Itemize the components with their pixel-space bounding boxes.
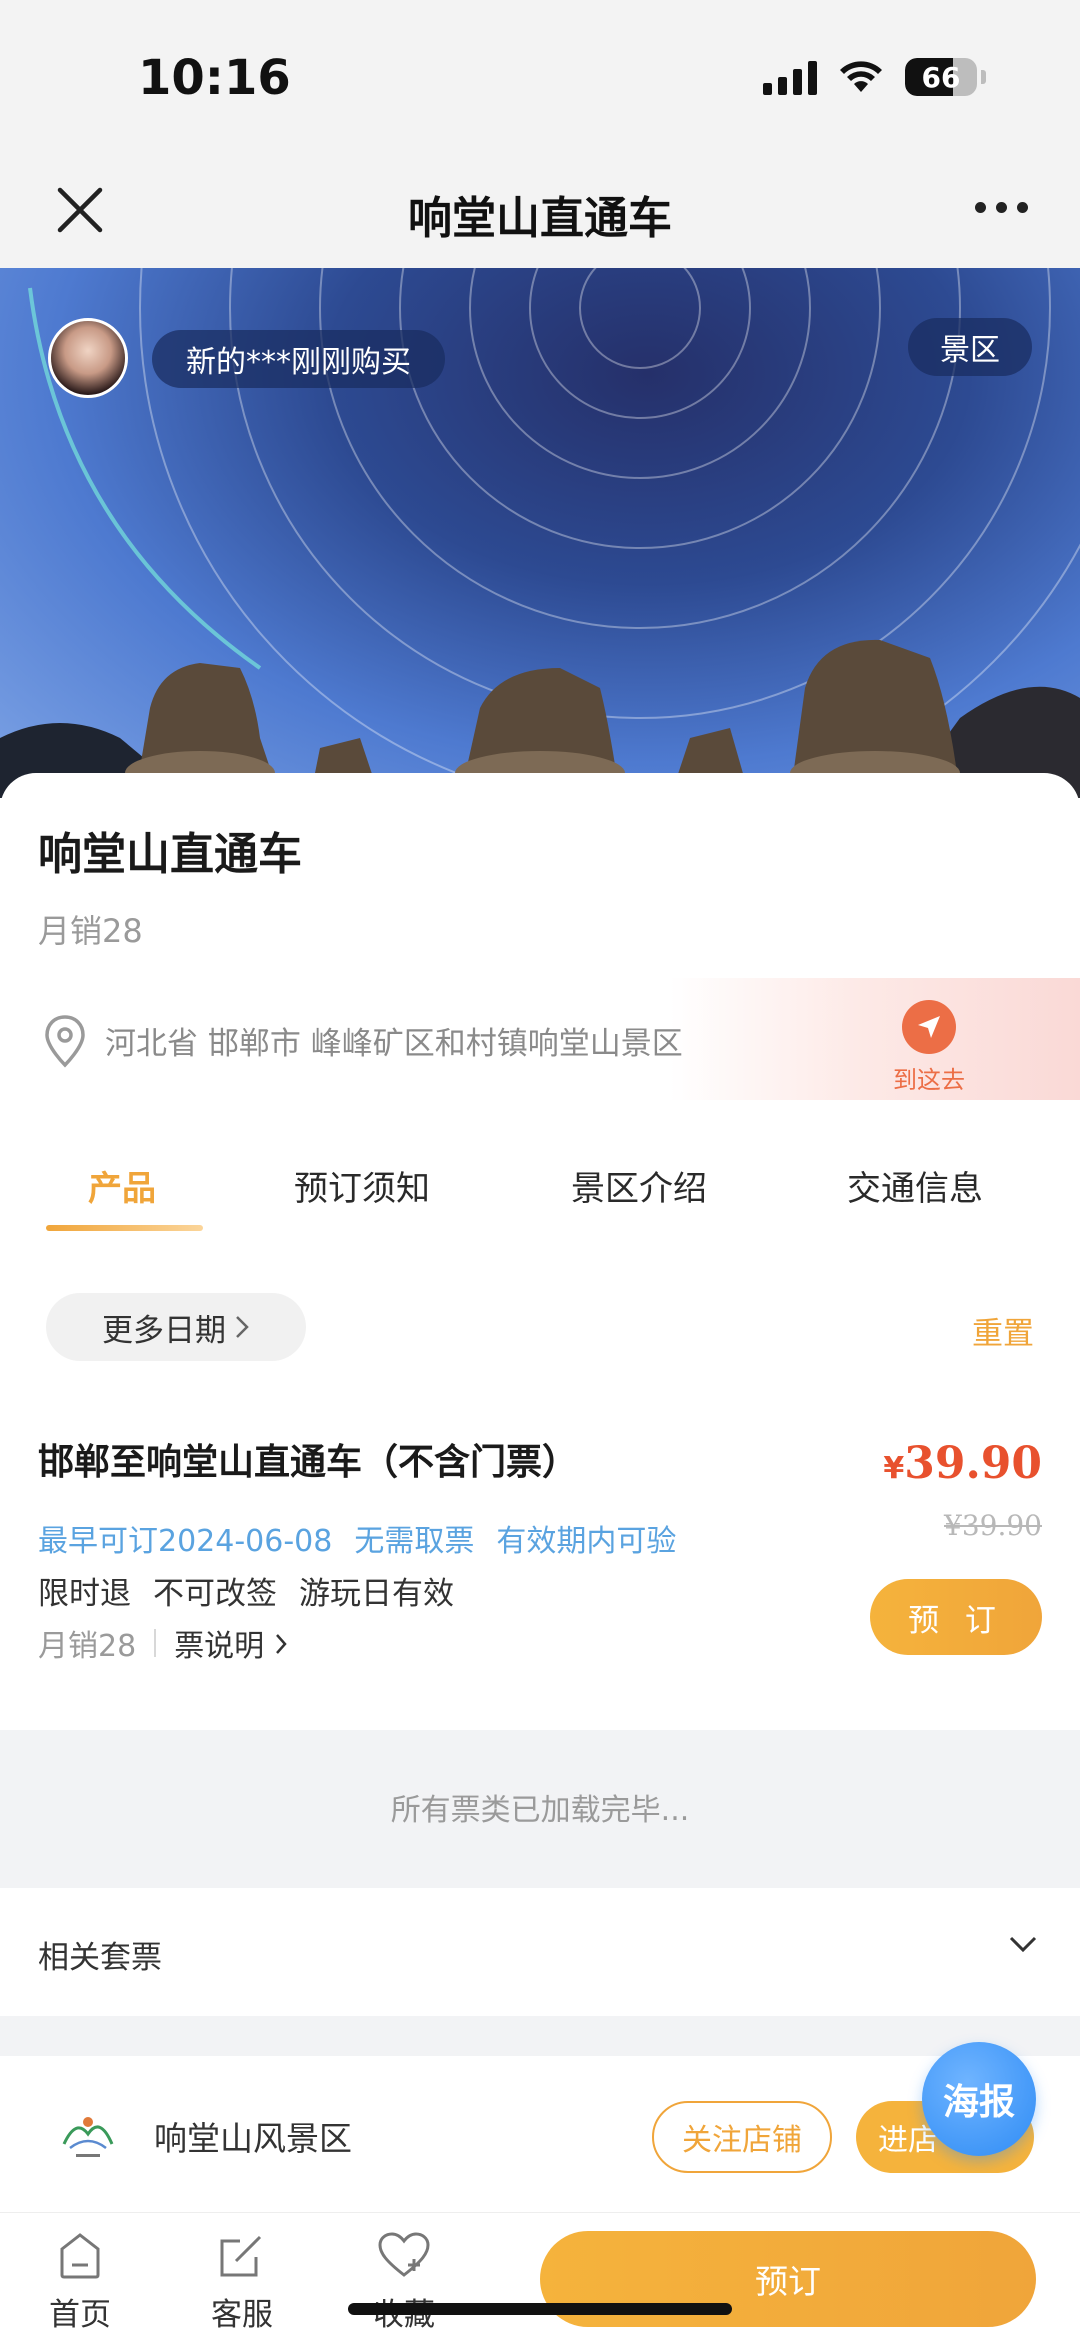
tab-scenic-intro[interactable]: 景区介绍 bbox=[571, 1161, 707, 1210]
ticket-rule: 游玩日有效 bbox=[299, 1576, 454, 1612]
poster-button[interactable]: 海报 bbox=[922, 2042, 1036, 2156]
original-price: ¥39.90 bbox=[944, 1509, 1042, 1542]
tab-transport-info[interactable]: 交通信息 bbox=[847, 1161, 983, 1210]
scenic-badge: 景区 bbox=[908, 318, 1032, 376]
ticket-tag: 有效期内可验 bbox=[496, 1524, 677, 1559]
ticket-description-label: 票说明 bbox=[174, 1629, 265, 1664]
tab-bar: 产品 预订须知 景区介绍 交通信息 bbox=[0, 1143, 1080, 1233]
follow-shop-button[interactable]: 关注店铺 bbox=[652, 2101, 832, 2173]
page-title: 响堂山直通车 bbox=[408, 193, 672, 244]
ticket-meta: 月销28 票说明 bbox=[38, 1621, 288, 1665]
related-packages-label: 相关套票 bbox=[38, 1940, 162, 1976]
battery-icon: 66 bbox=[905, 58, 977, 96]
product-card: 响堂山直通车 月销28 河北省 邯郸市 峰峰矿区和村镇响堂山景区 到这去 产品 … bbox=[0, 773, 1080, 1733]
ticket-tag: 无需取票 bbox=[354, 1524, 475, 1559]
hero-image[interactable]: 新的***刚刚购买 景区 bbox=[0, 268, 1080, 798]
status-bar: 10:16 66 bbox=[0, 0, 1080, 160]
status-icons: 66 bbox=[763, 58, 986, 96]
service-button[interactable]: 客服 bbox=[187, 2231, 297, 2334]
all-loaded-text: 所有票类已加载完毕... bbox=[390, 1793, 690, 1828]
navigate-icon bbox=[902, 1000, 956, 1054]
address-row[interactable]: 河北省 邯郸市 峰峰矿区和村镇响堂山景区 到这去 bbox=[0, 978, 1080, 1100]
status-time: 10:16 bbox=[138, 50, 291, 106]
more-dates-label: 更多日期 bbox=[102, 1312, 226, 1349]
heart-plus-icon bbox=[378, 2232, 430, 2277]
home-button[interactable]: 首页 bbox=[25, 2231, 135, 2334]
home-icon bbox=[60, 2233, 100, 2279]
loaded-footer: 所有票类已加载完毕... bbox=[0, 1730, 1080, 1888]
currency-symbol: ¥ bbox=[883, 1451, 905, 1486]
active-tab-indicator bbox=[46, 1225, 203, 1231]
bottom-action-bar: 首页 客服 收藏 预订 bbox=[0, 2212, 1080, 2341]
shop-name: 响堂山风景区 bbox=[154, 2119, 352, 2158]
product-title: 响堂山直通车 bbox=[38, 829, 302, 880]
navbar: 响堂山直通车 bbox=[0, 160, 1080, 270]
edit-icon bbox=[220, 2235, 262, 2277]
location-pin-icon bbox=[45, 1015, 85, 1068]
navigate-label: 到这去 bbox=[893, 1066, 965, 1094]
chevron-right-icon bbox=[275, 1634, 287, 1654]
shop-row: 响堂山风景区 关注店铺 进店 bbox=[0, 2056, 1080, 2212]
reset-button[interactable]: 重置 bbox=[972, 1308, 1034, 1353]
related-packages-row[interactable]: 相关套票 bbox=[0, 1888, 1080, 2016]
ticket-tag: 最早可订2024-06-08 bbox=[38, 1524, 333, 1559]
shop-logo bbox=[62, 2117, 114, 2157]
monthly-sales: 月销28 bbox=[38, 912, 143, 950]
recent-purchase-badge: 新的***刚刚购买 bbox=[152, 330, 445, 388]
ticket-monthly-sales: 月销28 bbox=[38, 1629, 137, 1664]
chevron-right-icon bbox=[236, 1316, 249, 1338]
ticket-tags: 最早可订2024-06-08 无需取票 有效期内可验 bbox=[38, 1516, 676, 1560]
wifi-icon bbox=[840, 61, 882, 92]
divider bbox=[154, 1629, 157, 1657]
ticket-price: ¥39.90 bbox=[883, 1438, 1042, 1489]
chevron-down-icon bbox=[1009, 1936, 1037, 1953]
ticket-rule: 限时退 bbox=[38, 1576, 131, 1612]
ticket-description-link[interactable]: 票说明 bbox=[174, 1621, 288, 1665]
section-divider bbox=[0, 2016, 1080, 2056]
avatar bbox=[48, 318, 128, 398]
battery-tip bbox=[981, 70, 986, 84]
service-label: 客服 bbox=[211, 2297, 273, 2333]
ticket-title: 邯郸至响堂山直通车（不含门票） bbox=[38, 1442, 579, 1483]
navigate-button[interactable]: 到这去 bbox=[893, 1000, 965, 1095]
price-amount: 39.90 bbox=[904, 1438, 1042, 1489]
tab-product[interactable]: 产品 bbox=[88, 1161, 156, 1210]
signal-icon bbox=[763, 59, 817, 95]
address-text: 河北省 邯郸市 峰峰矿区和村镇响堂山景区 bbox=[105, 1026, 683, 1062]
favorite-button[interactable]: 收藏 bbox=[349, 2231, 459, 2334]
home-indicator bbox=[348, 2303, 732, 2315]
tab-booking-notice[interactable]: 预订须知 bbox=[294, 1161, 430, 1210]
ticket-rules: 限时退 不可改签 游玩日有效 bbox=[38, 1568, 454, 1613]
ticket-rule: 不可改签 bbox=[153, 1576, 277, 1612]
more-dates-button[interactable]: 更多日期 bbox=[46, 1293, 306, 1361]
home-label: 首页 bbox=[49, 2297, 111, 2333]
more-icon[interactable] bbox=[975, 202, 1028, 213]
ticket-book-button[interactable]: 预 订 bbox=[870, 1579, 1042, 1655]
